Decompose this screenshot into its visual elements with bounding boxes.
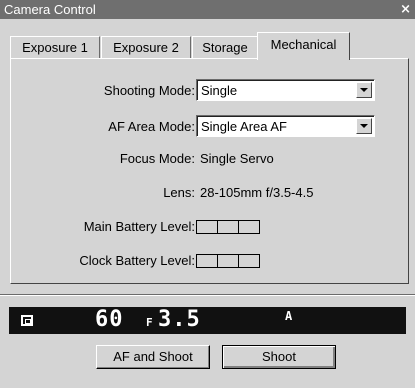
matrix-metering-icon bbox=[21, 315, 33, 326]
clock-battery-label: Clock Battery Level: bbox=[79, 253, 195, 268]
af-area-mode-label: AF Area Mode: bbox=[108, 119, 195, 134]
main-battery-indicator bbox=[196, 220, 260, 234]
battery-cell bbox=[218, 255, 239, 267]
shooting-mode-label: Shooting Mode: bbox=[103, 83, 195, 98]
af-and-shoot-button[interactable]: AF and Shoot bbox=[96, 345, 210, 369]
main-battery-label: Main Battery Level: bbox=[83, 219, 195, 234]
lens-label: Lens: bbox=[163, 185, 195, 200]
tab-mechanical[interactable]: Mechanical bbox=[257, 32, 350, 60]
window-title: Camera Control bbox=[4, 2, 96, 17]
af-area-mode-select[interactable]: Single Area AF bbox=[196, 115, 375, 137]
tab-exposure-2[interactable]: Exposure 2 bbox=[101, 36, 191, 59]
lens-value: 28-105mm f/3.5-4.5 bbox=[200, 185, 314, 200]
camera-lcd-display: 60 F 3.5 A bbox=[9, 307, 406, 334]
battery-cell bbox=[218, 221, 239, 233]
battery-cell bbox=[197, 221, 218, 233]
battery-cell bbox=[197, 255, 218, 267]
tab-storage[interactable]: Storage bbox=[192, 36, 258, 59]
lcd-aperture-prefix: F bbox=[146, 316, 153, 329]
camera-control-window: Camera Control × Exposure 1 Exposure 2 S… bbox=[0, 0, 415, 388]
clock-battery-indicator bbox=[196, 254, 260, 268]
focus-mode-value: Single Servo bbox=[200, 151, 274, 166]
battery-cell bbox=[239, 221, 259, 233]
shooting-mode-select[interactable]: Single bbox=[196, 79, 375, 101]
tab-exposure-1[interactable]: Exposure 1 bbox=[10, 36, 100, 59]
title-bar: Camera Control × bbox=[0, 0, 415, 19]
divider bbox=[0, 294, 415, 296]
lcd-aperture: 3.5 bbox=[158, 307, 201, 332]
lcd-shutter-speed: 60 bbox=[95, 307, 124, 332]
shooting-mode-value: Single bbox=[201, 83, 238, 98]
focus-mode-label: Focus Mode: bbox=[119, 151, 195, 166]
battery-cell bbox=[239, 255, 259, 267]
shoot-button[interactable]: Shoot bbox=[222, 345, 336, 369]
chevron-down-icon[interactable] bbox=[356, 82, 372, 98]
af-area-mode-value: Single Area AF bbox=[201, 119, 287, 134]
lcd-exposure-mode: A bbox=[285, 309, 293, 323]
close-icon[interactable]: × bbox=[400, 0, 411, 19]
chevron-down-icon[interactable] bbox=[356, 118, 372, 134]
mechanical-panel: Shooting Mode: Single AF Area Mode: Sing… bbox=[10, 58, 409, 284]
